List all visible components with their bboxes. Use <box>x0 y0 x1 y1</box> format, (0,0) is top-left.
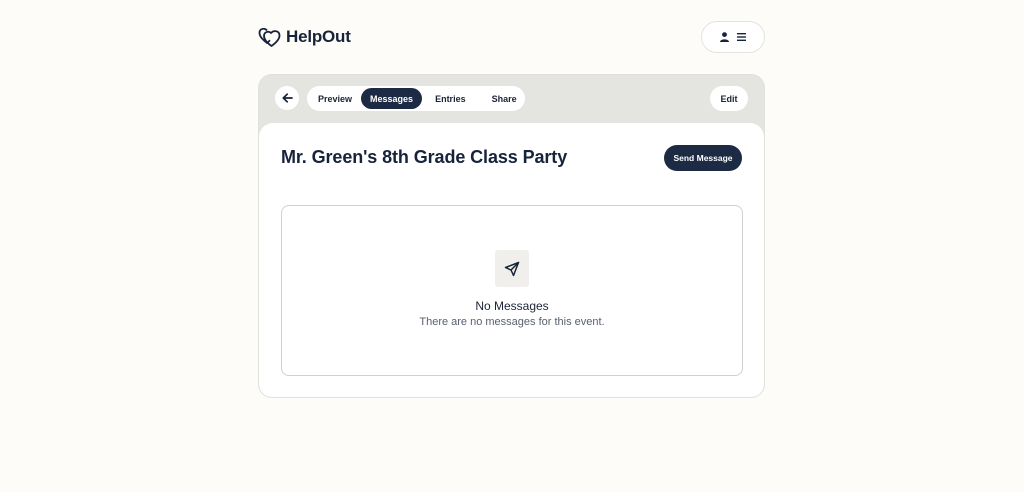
tab-preview[interactable]: Preview <box>309 88 361 109</box>
event-card: Preview Messages Entries Share Edit Mr. … <box>258 74 765 398</box>
brand-name: HelpOut <box>286 27 351 46</box>
send-message-button[interactable]: Send Message <box>664 145 742 171</box>
empty-state: No Messages There are no messages for th… <box>281 205 743 376</box>
messages-panel: Mr. Green's 8th Grade Class Party Send M… <box>259 123 764 397</box>
tab-messages[interactable]: Messages <box>361 88 423 109</box>
helpout-heart-logo-icon <box>258 27 281 47</box>
hamburger-menu-icon <box>737 33 746 41</box>
paper-plane-icon <box>504 261 520 276</box>
tab-share[interactable]: Share <box>479 88 530 109</box>
empty-state-icon-box <box>495 250 529 287</box>
account-menu-button[interactable] <box>701 21 765 53</box>
event-toolbar: Preview Messages Entries Share Edit <box>259 75 764 123</box>
tab-entries[interactable]: Entries <box>422 88 479 109</box>
brand-logo[interactable]: HelpOut <box>258 26 351 48</box>
edit-button[interactable]: Edit <box>710 86 748 111</box>
arrow-left-icon <box>281 93 293 103</box>
event-tabs: Preview Messages Entries Share <box>307 86 525 111</box>
empty-state-title: No Messages <box>475 299 549 313</box>
back-button[interactable] <box>275 86 299 110</box>
user-icon <box>720 32 729 42</box>
app-header: HelpOut <box>258 21 765 53</box>
empty-state-subtitle: There are no messages for this event. <box>419 316 605 328</box>
page-title: Mr. Green's 8th Grade Class Party <box>281 147 568 167</box>
